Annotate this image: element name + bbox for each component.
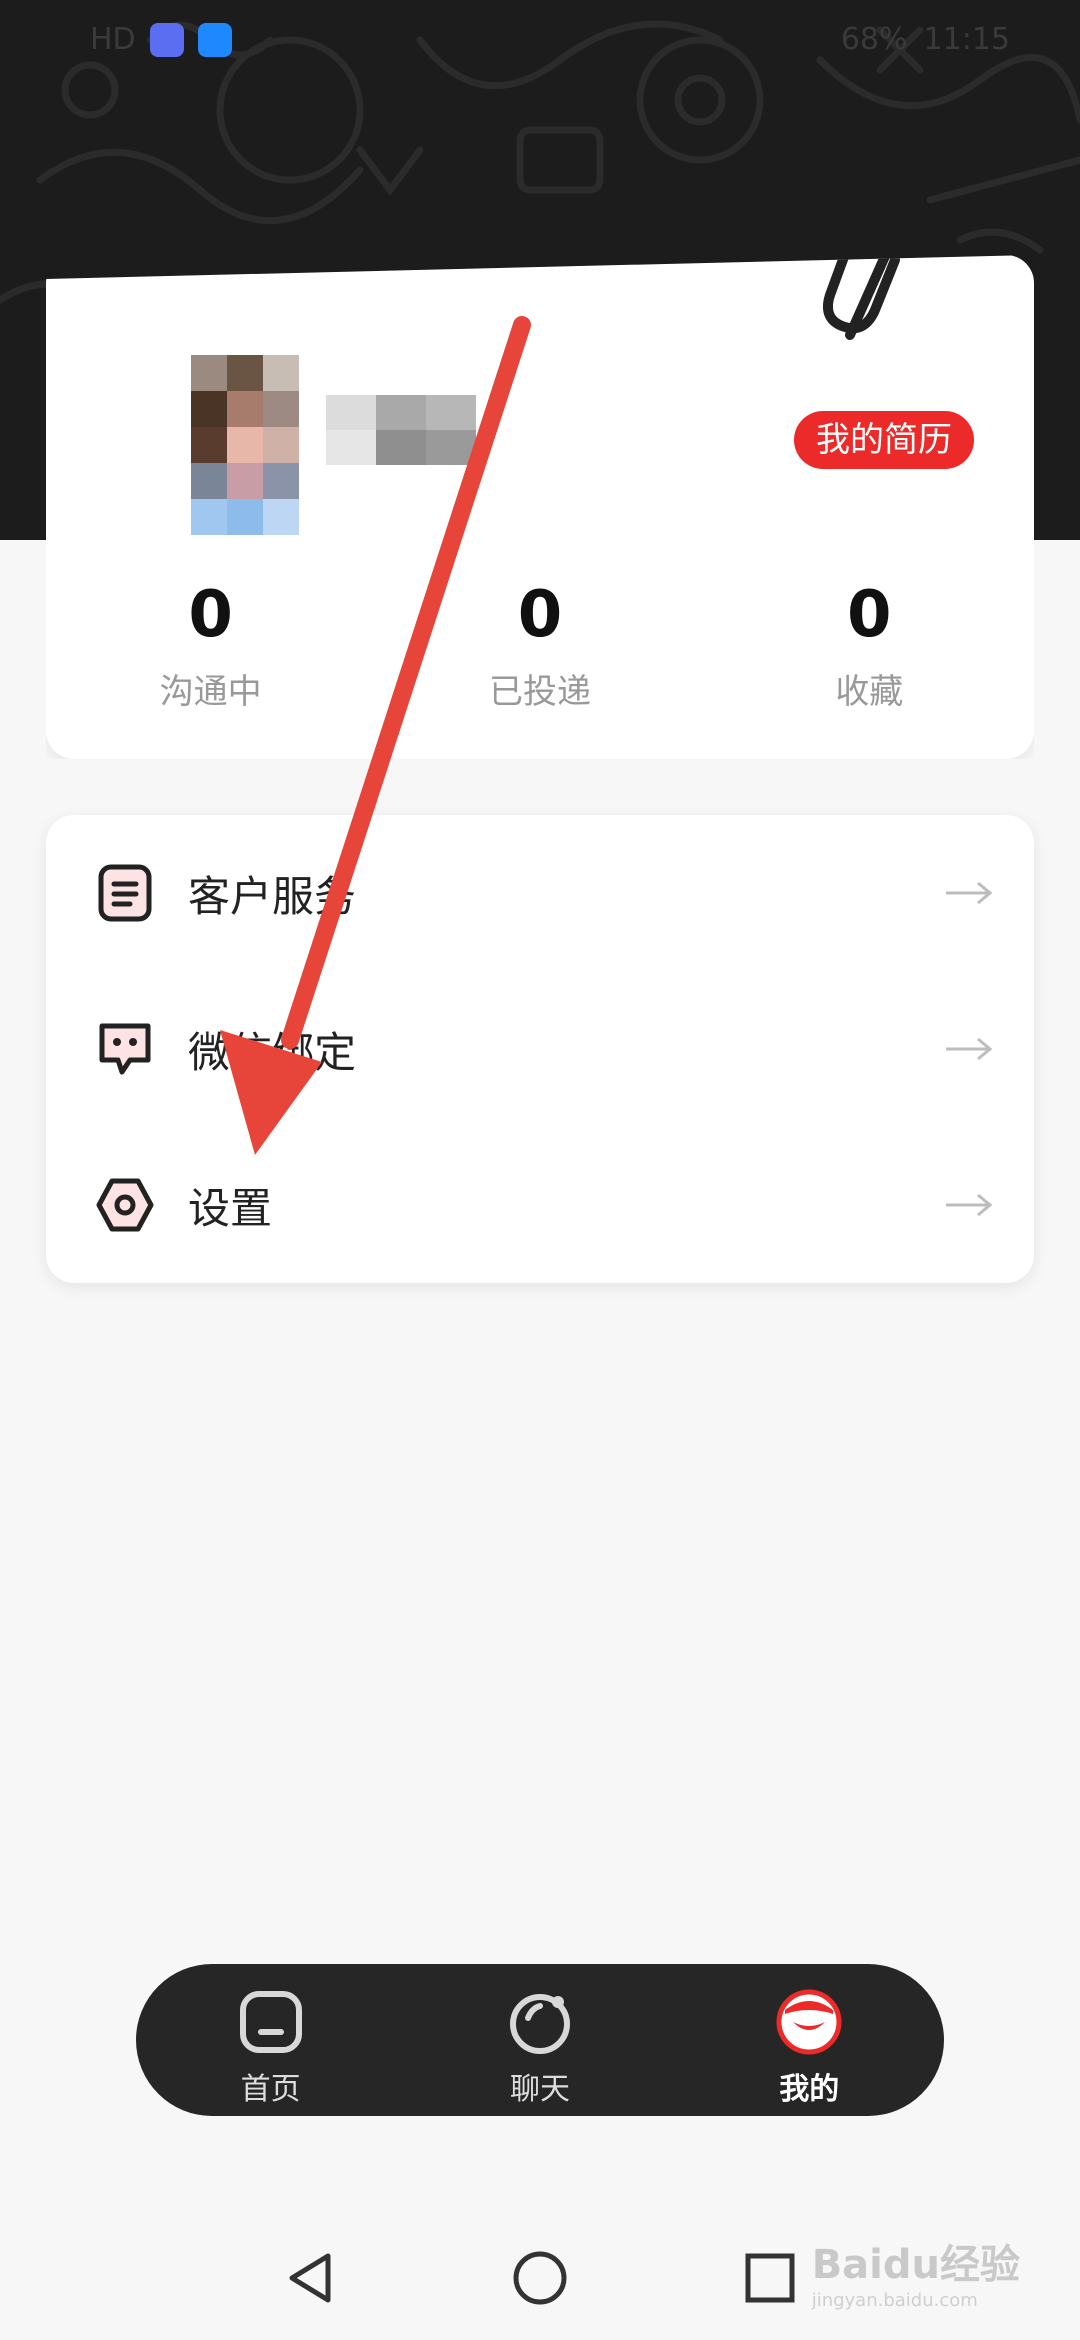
- stats-row: 0 沟通中 0 已投递 0 收藏: [46, 580, 1034, 713]
- menu-item-customer-service[interactable]: 客户服务: [46, 815, 1034, 971]
- arrow-right-icon: [946, 1037, 993, 1061]
- home-circle-icon[interactable]: [510, 2248, 570, 2308]
- tab-mine[interactable]: 我的: [675, 1964, 944, 2116]
- back-icon[interactable]: [280, 2248, 340, 2308]
- stat-label: 沟通中: [159, 672, 262, 712]
- my-resume-button[interactable]: 我的简历: [794, 411, 974, 469]
- arrow-right-icon: [946, 1193, 993, 1217]
- menu-item-label: 微信绑定: [188, 1027, 357, 1077]
- chat-icon: [509, 1994, 570, 2054]
- tab-label: 我的: [779, 2072, 840, 2107]
- watermark-brand: Baidu经验: [811, 2242, 1020, 2288]
- menu-item-wechat-binding[interactable]: 微信绑定: [46, 971, 1034, 1127]
- menu-item-label: 设置: [188, 1183, 273, 1233]
- chat-bubble-icon: [99, 1023, 151, 1075]
- home-icon: [239, 1991, 302, 2053]
- clock: 11:15: [923, 22, 1010, 57]
- stat-value: 0: [517, 578, 563, 652]
- recent-apps-icon[interactable]: [740, 2248, 800, 2308]
- tab-home[interactable]: 首页: [136, 1964, 405, 2116]
- tab-chat[interactable]: 聊天: [405, 1964, 674, 2116]
- menu-item-settings[interactable]: 设置: [46, 1127, 1034, 1283]
- stat-label: 已投递: [488, 672, 591, 712]
- battery-percentage: 68%: [840, 22, 908, 57]
- tab-label: 聊天: [509, 2072, 570, 2107]
- username-blurred: [326, 395, 476, 465]
- profile-icon: [776, 1989, 842, 2055]
- document-icon: [98, 864, 152, 922]
- menu-card: 客户服务 微信绑定 设置: [46, 815, 1034, 1283]
- stat-label: 收藏: [835, 672, 904, 712]
- music-app-icon: [149, 22, 184, 57]
- stat-delivered[interactable]: 0 已投递: [375, 580, 704, 713]
- arrow-right-icon: [946, 881, 993, 905]
- watermark-url: jingyan.baidu.com: [811, 2290, 978, 2311]
- weather-app-icon: [197, 22, 232, 57]
- hexagon-settings-icon: [96, 1178, 154, 1232]
- status-bar: HD 68% 11:15: [0, 0, 1080, 80]
- baidu-watermark: Baidu经验 jingyan.baidu.com: [812, 2232, 1020, 2311]
- bottom-tab-bar: 首页 聊天 我的: [136, 1964, 944, 2116]
- stat-value: 0: [188, 578, 233, 652]
- stat-favorites[interactable]: 0 收藏: [705, 580, 1034, 713]
- menu-item-label: 客户服务: [188, 871, 357, 921]
- stat-communicating[interactable]: 0 沟通中: [46, 580, 375, 713]
- hd-indicator: HD: [90, 22, 136, 57]
- tab-label: 首页: [240, 2072, 301, 2107]
- stat-value: 0: [847, 578, 892, 652]
- profile-card: 我的简历 0 沟通中 0 已投递 0 收藏: [46, 255, 1034, 759]
